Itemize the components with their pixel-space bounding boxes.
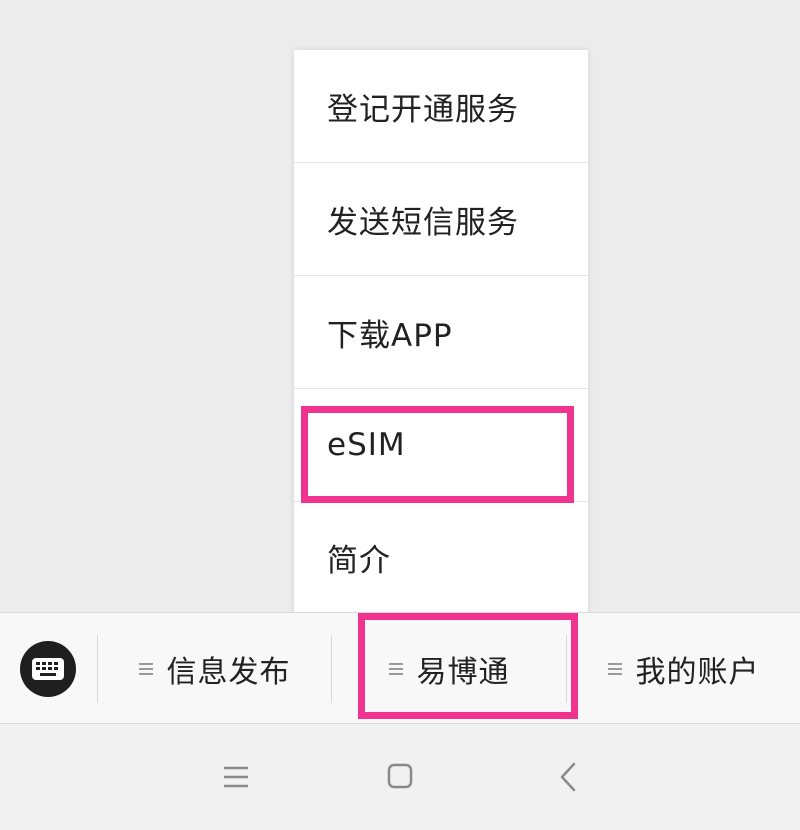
account-menu-bar: 信息发布 易博通 我的账户 <box>0 612 800 724</box>
tab-yibotong[interactable]: 易博通 <box>332 613 566 725</box>
tab-label: 信息发布 <box>166 655 291 690</box>
menu-item-label: 下载APP <box>327 317 453 354</box>
menu-icon[interactable] <box>216 760 256 794</box>
menu-item-download-app[interactable]: 下载APP <box>294 276 588 389</box>
menu-item-introduction[interactable]: 简介 <box>294 502 588 612</box>
tab-label: 我的账户 <box>635 655 760 690</box>
tab-label: 易博通 <box>416 655 510 690</box>
submenu-popup: 登记开通服务 发送短信服务 下载APP eSIM 简介 <box>294 50 588 612</box>
menu-lines-icon <box>607 663 622 675</box>
menu-item-register-service[interactable]: 登记开通服务 <box>294 50 588 163</box>
screen: 登记开通服务 发送短信服务 下载APP eSIM 简介 信息发布 易博通 我的账… <box>0 0 800 830</box>
menu-item-label: 登记开通服务 <box>327 91 519 128</box>
menu-lines-icon <box>388 663 403 675</box>
keyboard-icon[interactable] <box>20 641 76 697</box>
menu-item-label: eSIM <box>327 427 406 463</box>
menu-lines-icon <box>138 663 153 675</box>
menu-item-label: 简介 <box>327 542 391 579</box>
menu-item-esim[interactable]: eSIM <box>294 389 588 502</box>
system-nav-bar <box>0 724 800 830</box>
home-icon[interactable] <box>380 760 420 794</box>
menu-item-label: 发送短信服务 <box>327 204 519 241</box>
tab-my-account[interactable]: 我的账户 <box>567 613 800 725</box>
tab-info-publish[interactable]: 信息发布 <box>98 613 331 725</box>
menu-item-send-sms-service[interactable]: 发送短信服务 <box>294 163 588 276</box>
back-icon[interactable] <box>548 760 588 794</box>
